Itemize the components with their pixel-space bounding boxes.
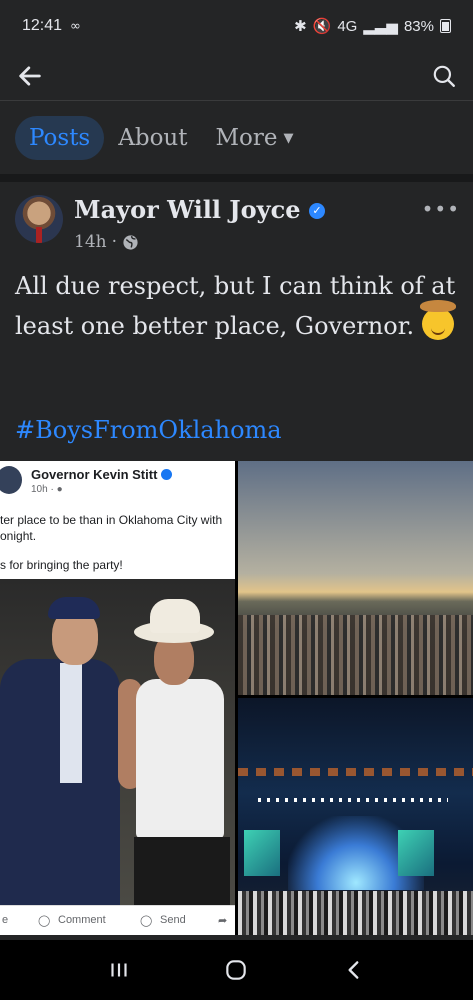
recent-apps-icon[interactable] [106,957,132,983]
status-bar: 12:41 ∞ ✱ 🔇 4G ▂▃▅ 83% [0,0,473,52]
globe-icon [123,234,138,250]
screenshot-text-line-2: onight. [0,529,37,543]
screenshot-verified-icon [161,469,173,480]
screenshot-avatar [0,466,22,494]
tab-about[interactable]: About [104,116,201,160]
screenshot-comment-icon: ◯ [38,915,51,927]
screenshot-share-icon: ➦ [218,915,228,927]
post-header: Mayor Will Joyce ✓ 14h · ••• [15,195,460,255]
screenshot-action-bar: e ◯ Comment ◯ Send ➦ [0,905,235,935]
voicemail-icon: ∞ [70,18,81,34]
home-icon[interactable] [223,957,249,983]
profile-tabs: Posts About More ▼ [15,116,308,160]
mute-icon: 🔇 [312,18,332,35]
tab-more[interactable]: More ▼ [202,116,308,160]
tab-more-label: More [215,125,278,151]
screenshot-send-icon: ◯ [140,915,153,927]
screenshot-like-label: e [2,914,9,926]
verified-badge-icon: ✓ [309,203,325,219]
post-body: All due respect, but I can think of at l… [15,272,456,340]
governor-photo [0,579,235,905]
battery-percent: 83% [403,17,434,35]
status-icons: ✱ 🔇 4G ▂▃▅ 83% [294,17,451,35]
screenshot-globe-icon: ● [56,484,63,495]
search-icon[interactable] [431,63,457,89]
screenshot-text-line-3: s for bringing the party! [0,558,123,572]
back-nav-icon[interactable] [341,957,367,983]
status-time: 12:41 [22,17,63,34]
avatar[interactable] [15,195,63,243]
section-separator [0,174,473,182]
post-options-icon[interactable]: ••• [422,197,460,221]
signal-icon: ▂▃▅ [363,18,398,35]
header-divider [0,100,473,101]
post-time[interactable]: 14h [74,232,107,252]
cowboy-emoji-icon [419,300,456,340]
hashtag-link[interactable]: #BoysFromOklahoma [15,416,282,444]
post-author[interactable]: Mayor Will Joyce [74,195,301,224]
bluetooth-icon: ✱ [294,18,307,35]
arrow-left-icon[interactable] [16,62,44,90]
stadium-crowd-photo[interactable] [238,461,473,695]
screenshot-comment-label: Comment [58,914,106,926]
post-meta: 14h · [74,232,139,252]
post-text: All due respect, but I can think of at l… [15,266,460,346]
shared-screenshot-image[interactable]: Governor Kevin Stitt 10h · ● ter place t… [0,461,235,935]
screenshot-author: Governor Kevin Stitt [31,467,173,482]
screenshot-send-label: Send [160,914,186,926]
system-nav-bar [0,940,473,1000]
post-media-grid[interactable]: Governor Kevin Stitt 10h · ● ter place t… [0,461,473,935]
top-app-bar [0,52,473,100]
screenshot-text-line-1: ter place to be than in Oklahoma City wi… [0,513,223,527]
caret-down-icon: ▼ [283,131,294,146]
battery-icon [440,19,451,33]
tab-posts[interactable]: Posts [15,116,105,160]
network-type: 4G [337,17,358,35]
screenshot-time: 10h · ● [31,484,63,495]
concert-stage-photo[interactable] [238,698,473,935]
meta-dot: · [111,232,117,252]
